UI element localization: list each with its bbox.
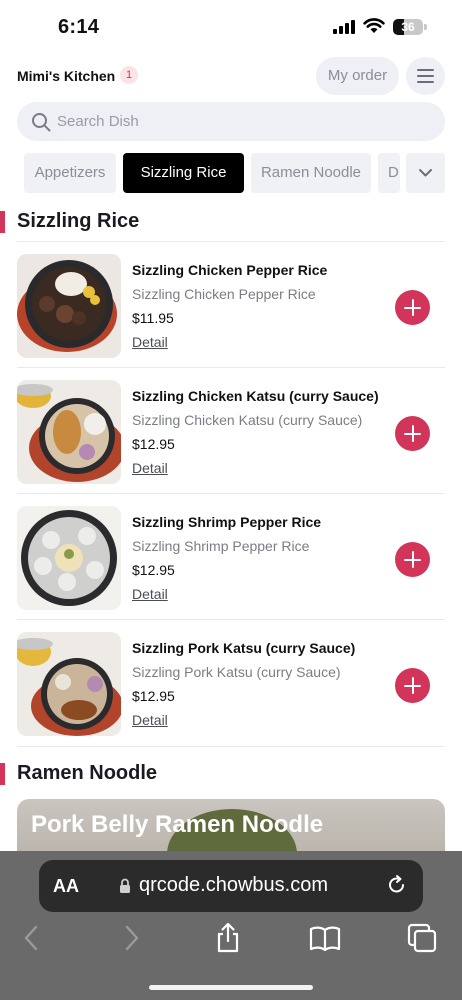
status-bar: 6:14 36 (0, 0, 462, 52)
tab-more-category[interactable]: D (378, 153, 400, 193)
reload-icon[interactable] (386, 874, 408, 896)
dish-name: Sizzling Chicken Katsu (curry Sauce) (132, 388, 379, 404)
add-to-cart-button[interactable] (395, 290, 430, 325)
chevron-down-icon (419, 169, 432, 177)
forward-icon[interactable] (115, 922, 147, 954)
search-icon (32, 113, 51, 132)
tab-ramen-noodle[interactable]: Ramen Noodle (251, 153, 371, 193)
category-tabs: Appetizers Sizzling Rice Ramen Noodle D (0, 153, 462, 193)
battery-percent: 36 (401, 20, 415, 34)
my-order-button[interactable]: My order (316, 57, 399, 95)
cellular-signal-icon (333, 20, 357, 34)
status-time: 6:14 (58, 16, 100, 38)
dish-description: Sizzling Pork Katsu (curry Sauce) (132, 664, 341, 680)
dish-item[interactable]: Sizzling Shrimp Pepper Rice Sizzling Shr… (0, 494, 462, 620)
dish-name: Sizzling Chicken Pepper Rice (132, 262, 328, 278)
section-header-sizzling-rice: Sizzling Rice (0, 210, 462, 238)
dish-name: Sizzling Shrimp Pepper Rice (132, 514, 322, 530)
search-input[interactable] (57, 102, 427, 141)
wifi-icon (363, 18, 385, 33)
category-dropdown-button[interactable] (406, 153, 445, 193)
lock-icon (120, 878, 130, 893)
tab-appetizers[interactable]: Appetizers (24, 153, 116, 193)
dish-item[interactable]: Sizzling Chicken Katsu (curry Sauce) Siz… (0, 368, 462, 494)
search-bar (17, 102, 445, 141)
featured-dish-card[interactable]: Pork Belly Ramen Noodle (17, 799, 445, 859)
dish-detail-link[interactable]: Detail (132, 586, 168, 602)
store-header: Mimi's Kitchen 1 My order (0, 56, 462, 98)
dish-item[interactable]: Sizzling Pork Katsu (curry Sauce) Sizzli… (0, 620, 462, 746)
section-accent-bar (0, 763, 5, 785)
dish-name: Sizzling Pork Katsu (curry Sauce) (132, 640, 356, 656)
section-header-ramen-noodle: Ramen Noodle (0, 762, 462, 790)
dish-photo (17, 380, 121, 484)
home-indicator (149, 985, 313, 990)
add-to-cart-button[interactable] (395, 416, 430, 451)
dish-photo (17, 632, 121, 736)
dish-price: $12.95 (132, 562, 175, 578)
dish-detail-link[interactable]: Detail (132, 334, 168, 350)
section-title: Ramen Noodle (17, 762, 158, 784)
tabs-icon[interactable] (406, 922, 438, 954)
dish-description: Sizzling Chicken Pepper Rice (132, 286, 316, 302)
share-icon[interactable] (212, 922, 244, 954)
store-badge: 1 (120, 66, 138, 84)
text-size-button[interactable]: AA (53, 876, 79, 897)
section-title: Sizzling Rice (17, 210, 140, 232)
dish-price: $12.95 (132, 688, 175, 704)
featured-dish-title: Pork Belly Ramen Noodle (31, 811, 324, 838)
dish-detail-link[interactable]: Detail (132, 460, 168, 476)
bookmarks-icon[interactable] (309, 922, 341, 954)
dish-item[interactable]: Sizzling Chicken Pepper Rice Sizzling Ch… (0, 242, 462, 368)
dish-photo (17, 254, 121, 358)
add-to-cart-button[interactable] (395, 542, 430, 577)
section-accent-bar (0, 211, 5, 233)
url-text: qrcode.chowbus.com (139, 874, 328, 896)
dish-detail-link[interactable]: Detail (132, 712, 168, 728)
dish-description: Sizzling Chicken Katsu (curry Sauce) (132, 412, 363, 428)
store-name: Mimi's Kitchen (17, 68, 116, 84)
battery-icon: 36 (393, 19, 427, 35)
back-icon[interactable] (16, 922, 48, 954)
divider (17, 746, 445, 747)
dish-photo (17, 506, 121, 610)
dish-price: $11.95 (132, 310, 174, 326)
add-to-cart-button[interactable] (395, 668, 430, 703)
hamburger-menu-button[interactable] (406, 57, 445, 95)
tab-sizzling-rice[interactable]: Sizzling Rice (123, 153, 244, 193)
dish-price: $12.95 (132, 436, 175, 452)
dish-description: Sizzling Shrimp Pepper Rice (132, 538, 310, 554)
